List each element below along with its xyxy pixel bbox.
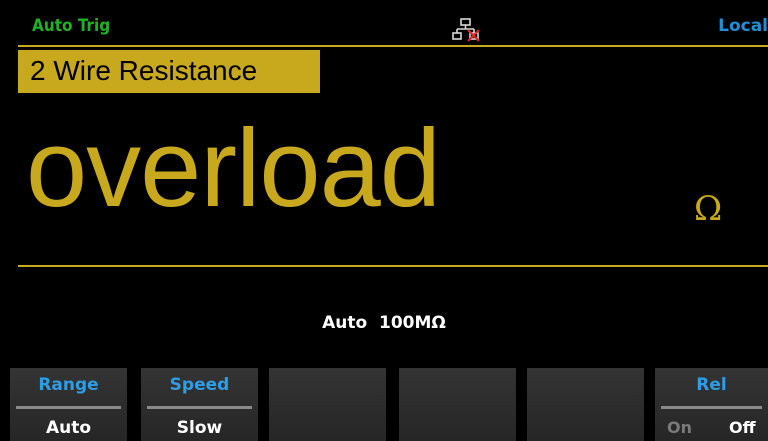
- status-bar: Auto Trig Local: [0, 0, 768, 44]
- measurement-mode-label: 2 Wire Resistance: [30, 55, 258, 86]
- top-divider: [18, 45, 768, 47]
- softkey-bar: Range Auto Speed Slow Rel On Off: [0, 368, 768, 441]
- trigger-mode-status: Auto Trig: [32, 16, 111, 36]
- range-softkey[interactable]: Range Auto: [10, 368, 127, 441]
- speed-softkey-value: Slow: [176, 418, 223, 438]
- softkey-separator: [661, 406, 762, 409]
- softkey-3-empty[interactable]: [269, 368, 386, 441]
- speed-softkey[interactable]: Speed Slow: [141, 368, 258, 441]
- rel-softkey-title: Rel: [696, 375, 727, 395]
- softkey-separator: [147, 406, 252, 409]
- range-softkey-title: Range: [38, 375, 99, 395]
- range-softkey-value: Auto: [45, 418, 92, 438]
- reading-unit: Ω: [694, 189, 723, 229]
- rel-option-off: Off: [729, 418, 756, 437]
- remote-status: Local: [718, 16, 768, 36]
- softkey-separator: [16, 406, 121, 409]
- bottom-divider: [18, 265, 768, 267]
- main-reading: overload: [26, 107, 441, 230]
- rel-option-on: On: [667, 418, 692, 437]
- softkey-4-empty[interactable]: [399, 368, 516, 441]
- speed-softkey-title: Speed: [169, 375, 230, 395]
- range-info: Auto 100MΩ: [322, 313, 446, 333]
- softkey-5-empty[interactable]: [527, 368, 644, 441]
- measurement-mode-badge: 2 Wire Resistance: [18, 50, 320, 93]
- rel-softkey[interactable]: Rel On Off: [655, 368, 768, 441]
- lan-disconnected-icon: [452, 18, 480, 42]
